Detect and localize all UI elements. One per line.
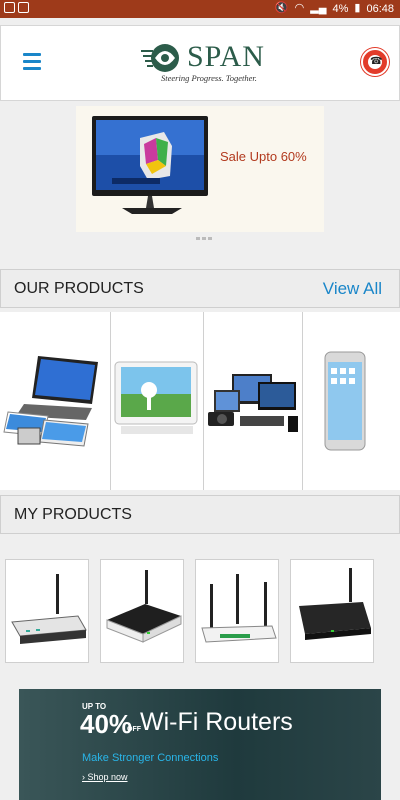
product-laptops-tablets-phones[interactable] xyxy=(0,312,111,490)
my-product-router-1[interactable] xyxy=(5,559,89,663)
status-bar: 🔇 ◠ ▂▄ 4% ▮ 06:48 xyxy=(0,0,400,18)
brand-name: SPAN xyxy=(187,40,265,73)
battery-icon: ▮ xyxy=(354,2,361,14)
product-tablet[interactable] xyxy=(111,312,204,490)
our-products-row xyxy=(0,312,400,490)
my-product-router-2[interactable] xyxy=(100,559,184,663)
span-logo[interactable]: SPAN Steering Progress. Together. xyxy=(139,40,269,90)
tablet-image xyxy=(114,361,198,434)
section-title: OUR PRODUCTS xyxy=(14,280,144,297)
my-product-router-3[interactable] xyxy=(195,559,279,663)
my-product-router-4[interactable] xyxy=(290,559,374,663)
brand-tagline: Steering Progress. Together. xyxy=(161,73,257,83)
battery-percent: 4% xyxy=(332,2,349,15)
router-image xyxy=(201,574,277,643)
wifi-routers-promo[interactable]: UP TO 40% OFF Wi-Fi Routers Make Stronge… xyxy=(19,689,381,800)
promo-title: Wi-Fi Routers xyxy=(140,708,293,736)
our-products-header: OUR PRODUCTS View All xyxy=(0,269,400,308)
my-products-row xyxy=(0,535,400,685)
gallery-icon xyxy=(4,2,15,13)
promo-off: OFF xyxy=(127,726,141,733)
notification-icon xyxy=(18,2,29,13)
shop-now-link[interactable]: › Shop now xyxy=(82,772,128,782)
carousel-indicator xyxy=(196,237,212,240)
phone-icon: ☎ xyxy=(370,56,383,67)
sale-text: Sale Upto 60% xyxy=(220,149,307,164)
router-image xyxy=(106,570,182,643)
status-right: 🔇 ◠ ▂▄ 4% ▮ 06:48 xyxy=(275,2,394,15)
smart-tv-image xyxy=(92,116,208,214)
my-products-header: MY PRODUCTS xyxy=(0,495,400,534)
view-all-link[interactable]: View All xyxy=(323,279,382,299)
product-smartphone[interactable] xyxy=(303,312,400,490)
section-title: MY PRODUCTS xyxy=(14,506,132,523)
smartphone-image xyxy=(324,351,366,451)
hamburger-icon[interactable] xyxy=(23,53,41,73)
promo-percent: 40% xyxy=(80,709,133,739)
signal-icon: ▂▄ xyxy=(310,2,327,14)
clock: 06:48 xyxy=(366,2,394,15)
notification-icons xyxy=(4,2,29,13)
mayday-icon[interactable]: ☎ xyxy=(361,48,389,76)
router-image xyxy=(11,574,87,644)
promo-subtitle: Make Stronger Connections xyxy=(82,752,219,764)
app-header: SPAN Steering Progress. Together. ☎ xyxy=(0,25,400,101)
laptop-devices-image xyxy=(3,356,98,447)
wifi-icon: ◠ xyxy=(294,2,305,14)
computers-image xyxy=(208,374,298,432)
mute-icon: 🔇 xyxy=(274,2,289,14)
product-computers-cameras[interactable] xyxy=(204,312,303,490)
promo-banner[interactable]: Sale Upto 60% xyxy=(76,106,324,232)
router-image xyxy=(299,568,371,640)
